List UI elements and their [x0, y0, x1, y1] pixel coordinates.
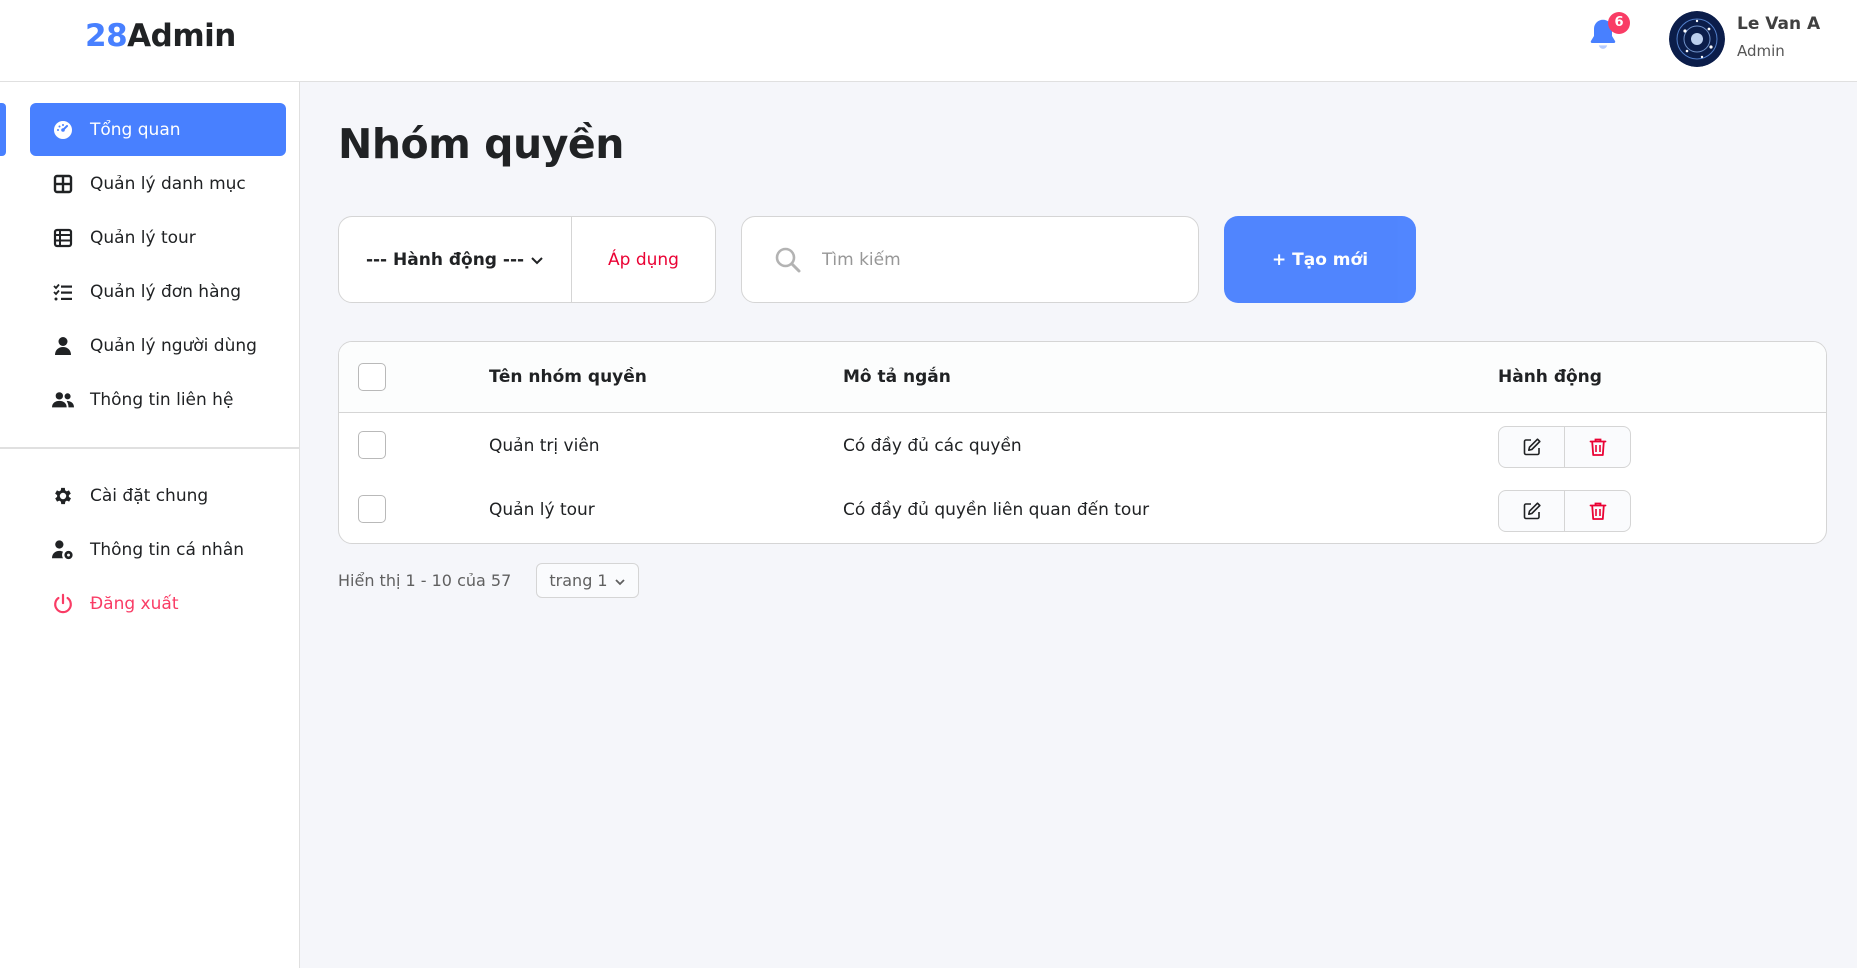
row-checkbox[interactable] [358, 495, 386, 523]
app-logo[interactable]: 28Admin [85, 18, 236, 54]
search-bar [741, 216, 1199, 303]
bulk-action-bar: --- Hành động --- Áp dụng [338, 216, 716, 303]
sidebar-item-categories[interactable]: Quản lý danh mục [30, 157, 286, 210]
sidebar-item-label: Quản lý danh mục [90, 173, 246, 194]
edit-icon [1523, 438, 1541, 456]
sidebar-item-contacts[interactable]: Thông tin liên hệ [30, 373, 286, 426]
sidebar-item-tours[interactable]: Quản lý tour [30, 211, 286, 264]
user-name: Le Van A [1737, 14, 1821, 34]
trash-icon [1589, 438, 1606, 456]
sidebar-item-label: Cài đặt chung [90, 485, 209, 506]
column-header-name: Tên nhóm quyền [489, 367, 647, 387]
user-gear-icon [52, 539, 74, 561]
sidebar: Tổng quan Quản lý danh mục Quản lý tour … [0, 82, 300, 968]
sidebar-item-label: Tổng quan [90, 119, 181, 140]
row-checkbox[interactable] [358, 431, 386, 459]
role-name: Quản lý tour [489, 500, 595, 520]
notification-button[interactable]: 6 [1584, 12, 1634, 62]
pagination-info: Hiển thị 1 - 10 của 57 [338, 571, 512, 590]
avatar[interactable] [1669, 11, 1725, 67]
role-name: Quản trị viên [489, 436, 600, 456]
trash-icon [1589, 502, 1606, 520]
sidebar-item-logout[interactable]: Đăng xuất [30, 577, 286, 630]
table-header: Tên nhóm quyền Mô tả ngắn Hành động [339, 342, 1826, 413]
logo-accent: 28 [85, 18, 128, 54]
page-select[interactable]: trang 1 [536, 563, 639, 598]
gear-icon [52, 485, 74, 507]
top-header: 28Admin 6 Le Van A Admin [0, 0, 1857, 82]
bulk-action-select[interactable]: --- Hành động --- [339, 217, 572, 302]
sidebar-item-label: Đăng xuất [90, 593, 179, 614]
sidebar-item-settings[interactable]: Cài đặt chung [30, 469, 286, 522]
checklist-icon [52, 281, 74, 303]
sidebar-item-label: Thông tin cá nhân [90, 539, 245, 560]
delete-button[interactable] [1565, 427, 1630, 467]
sidebar-item-label: Quản lý người dùng [90, 335, 257, 356]
page-title: Nhóm quyền [338, 120, 624, 168]
roles-table: Tên nhóm quyền Mô tả ngắn Hành động Quản… [338, 341, 1827, 544]
grid-icon [52, 173, 74, 195]
table-icon [52, 227, 74, 249]
search-input[interactable] [822, 249, 1152, 270]
power-icon [52, 593, 74, 615]
chevron-down-icon [530, 250, 544, 270]
active-indicator [0, 103, 6, 156]
sidebar-item-users[interactable]: Quản lý người dùng [30, 319, 286, 372]
row-actions [1498, 490, 1631, 532]
sidebar-divider [0, 447, 300, 449]
edit-icon [1523, 502, 1541, 520]
create-button[interactable]: + Tạo mới [1224, 216, 1416, 303]
sidebar-item-label: Quản lý tour [90, 227, 196, 248]
users-icon [52, 389, 74, 411]
select-all-checkbox[interactable] [358, 363, 386, 391]
column-header-actions: Hành động [1498, 367, 1602, 387]
sidebar-item-dashboard[interactable]: Tổng quan [30, 103, 286, 156]
chevron-down-icon [614, 571, 626, 590]
delete-button[interactable] [1565, 491, 1630, 531]
edit-button[interactable] [1499, 491, 1565, 531]
apply-button[interactable]: Áp dụng [572, 217, 715, 302]
dashboard-icon [52, 119, 74, 141]
sidebar-item-label: Thông tin liên hệ [90, 389, 234, 410]
column-header-description: Mô tả ngắn [843, 367, 951, 387]
user-icon [52, 335, 74, 357]
logo-text: Admin [127, 18, 236, 54]
edit-button[interactable] [1499, 427, 1565, 467]
user-role: Admin [1737, 42, 1785, 60]
table-row: Quản trị viên Có đầy đủ các quyền [339, 414, 1826, 478]
bulk-action-label: --- Hành động --- [365, 249, 525, 270]
sidebar-item-label: Quản lý đơn hàng [90, 281, 242, 302]
role-description: Có đầy đủ quyền liên quan đến tour [843, 500, 1150, 520]
table-row: Quản lý tour Có đầy đủ quyền liên quan đ… [339, 478, 1826, 542]
notification-badge: 6 [1608, 12, 1630, 34]
row-actions [1498, 426, 1631, 468]
sidebar-item-orders[interactable]: Quản lý đơn hàng [30, 265, 286, 318]
page-select-label: trang 1 [549, 571, 608, 590]
sidebar-item-profile[interactable]: Thông tin cá nhân [30, 523, 286, 576]
search-icon [774, 246, 802, 274]
role-description: Có đầy đủ các quyền [843, 436, 1022, 456]
